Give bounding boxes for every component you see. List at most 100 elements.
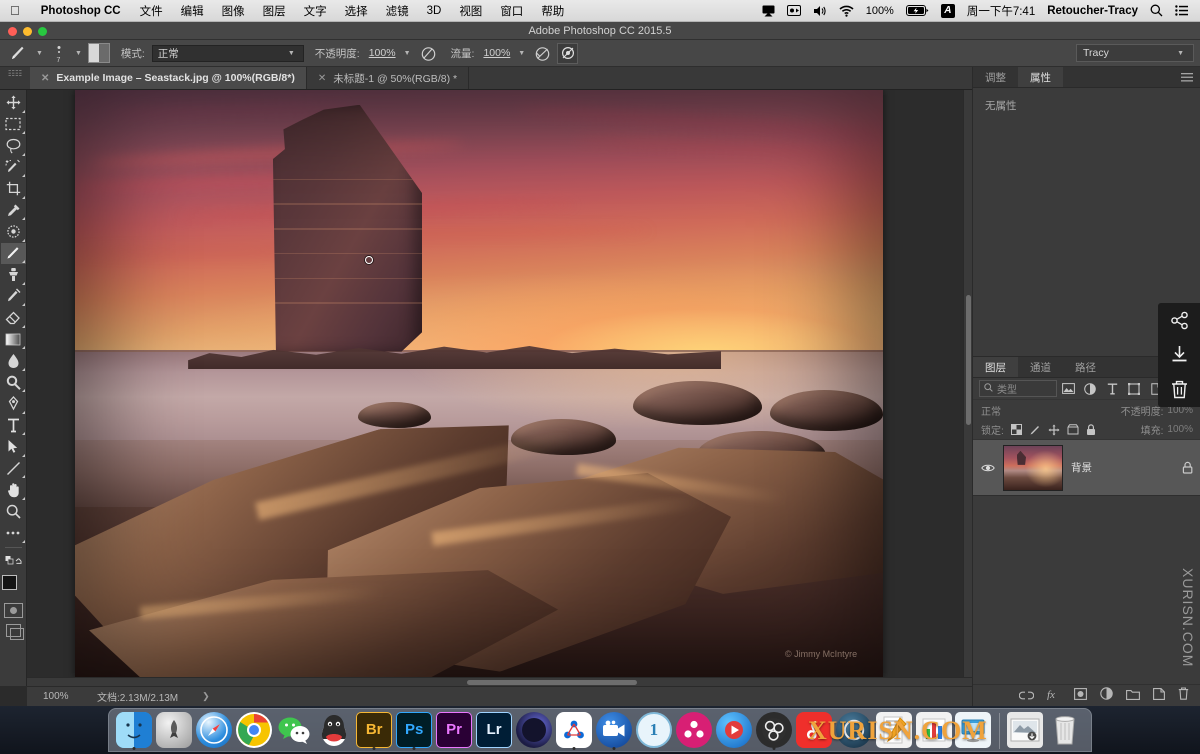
scrollbar-thumb[interactable] [467, 680, 637, 685]
trash-icon[interactable] [1171, 380, 1188, 399]
dock-item-one-app[interactable]: 1 [635, 710, 672, 749]
dock-item-qq[interactable] [316, 710, 353, 749]
dock-item-lightroom[interactable]: Lr [476, 710, 513, 749]
crop-tool[interactable] [1, 178, 26, 200]
dock-item-blue-app[interactable] [555, 710, 592, 750]
volume-icon[interactable] [807, 5, 833, 17]
layer-blend-mode-select[interactable]: 正常 [981, 403, 1061, 418]
menu-item-layer[interactable]: 图层 [254, 3, 295, 19]
zoom-tool[interactable] [1, 501, 26, 523]
blend-mode-select[interactable]: 正常 ▼ [151, 44, 304, 62]
move-tool[interactable] [1, 92, 26, 114]
clone-stamp-tool[interactable] [1, 264, 26, 286]
airplay-icon[interactable] [756, 5, 781, 17]
brush-size-chevron-icon[interactable]: ▼ [72, 50, 85, 57]
eyedropper-tool[interactable] [1, 200, 26, 222]
flow-input[interactable]: 100% [481, 47, 512, 59]
history-brush-tool[interactable] [1, 286, 26, 308]
pressure-opacity-icon[interactable] [417, 43, 440, 64]
menu-item-view[interactable]: 视图 [450, 3, 491, 19]
wifi-icon[interactable] [833, 5, 860, 17]
close-icon[interactable]: ✕ [41, 73, 49, 84]
dock-item-launchpad[interactable] [156, 710, 193, 749]
lock-all-icon[interactable] [1086, 423, 1096, 436]
lock-icon[interactable] [1182, 461, 1193, 474]
scrollbar-thumb[interactable] [966, 295, 971, 425]
path-selection-tool[interactable] [1, 436, 26, 458]
spot-healing-brush-tool[interactable] [1, 221, 26, 243]
layer-name[interactable]: 背景 [1071, 460, 1092, 475]
menu-item-help[interactable]: 帮助 [532, 3, 573, 19]
dock-item-photoshop[interactable]: Ps [396, 710, 433, 750]
brush-preset-chevron-icon[interactable]: ▼ [33, 50, 46, 57]
eye-icon[interactable] [981, 463, 995, 473]
hand-tool[interactable] [1, 479, 26, 501]
zoom-level[interactable]: 100% [27, 691, 89, 702]
document-window[interactable]: © Jimmy McIntyre [75, 90, 883, 678]
dock-item-safari[interactable] [196, 710, 233, 749]
apple-icon[interactable]:  [0, 4, 31, 17]
canvas-scrollbar-vertical[interactable] [963, 90, 972, 686]
pixel-filter-icon[interactable] [1057, 380, 1079, 398]
menu-item-filter[interactable]: 滤镜 [377, 3, 418, 19]
lock-transparent-icon[interactable] [1010, 424, 1022, 435]
tab-channels[interactable]: 通道 [1018, 357, 1063, 377]
tab-properties[interactable]: 属性 [1018, 67, 1063, 87]
brush-size-preview-icon[interactable]: 7 [49, 43, 69, 64]
gradient-tool[interactable] [1, 329, 26, 351]
flow-chevron-icon[interactable]: ▼ [515, 50, 528, 57]
control-center-icon[interactable] [1169, 5, 1194, 16]
document-canvas[interactable]: © Jimmy McIntyre [75, 90, 883, 678]
type-tool[interactable] [1, 415, 26, 437]
tab-example-image-seastack[interactable]: ✕ Example Image – Seastack.jpg @ 100%(RG… [30, 67, 307, 89]
chevron-right-icon[interactable]: ❯ [178, 691, 210, 702]
new-group-icon[interactable] [1126, 687, 1140, 705]
zoom-button[interactable] [38, 27, 47, 36]
dock-item-trash[interactable] [1047, 710, 1084, 749]
dock-item-downloads-stack[interactable] [1007, 710, 1044, 749]
smoothing-icon[interactable] [557, 42, 579, 64]
opacity-input[interactable]: 100% [367, 47, 398, 59]
tab-layers[interactable]: 图层 [973, 357, 1018, 377]
panel-menu-icon[interactable] [1173, 67, 1200, 87]
menubar-user[interactable]: Retoucher-Tracy [1041, 5, 1144, 17]
layer-thumbnail[interactable] [1003, 444, 1063, 491]
rectangular-marquee-tool[interactable] [1, 114, 26, 136]
menubar-app-name[interactable]: Photoshop CC [31, 5, 131, 17]
close-icon[interactable]: ✕ [318, 73, 326, 84]
add-mask-icon[interactable] [1074, 687, 1087, 705]
lasso-tool[interactable] [1, 135, 26, 157]
canvas-area[interactable]: © Jimmy McIntyre [27, 90, 972, 686]
pen-tool[interactable] [1, 393, 26, 415]
screen-record-icon[interactable] [781, 5, 807, 16]
brush-tool[interactable] [0, 242, 26, 264]
close-button[interactable] [8, 27, 17, 36]
dock-item-obs-studio[interactable] [755, 710, 792, 750]
tab-drag-handle[interactable]: ☷☷ [0, 67, 30, 89]
blur-tool[interactable] [1, 350, 26, 372]
menu-item-image[interactable]: 图像 [213, 3, 254, 19]
layer-style-fx-icon[interactable]: fx [1047, 687, 1061, 705]
tab-adjustments[interactable]: 调整 [973, 67, 1018, 87]
lock-image-icon[interactable] [1029, 424, 1041, 436]
table-row[interactable]: 背景 [973, 440, 1200, 496]
dock-item-chrome[interactable] [236, 710, 273, 749]
screen-mode-icon[interactable] [5, 624, 24, 640]
dock-item-davinci-resolve[interactable] [675, 710, 712, 749]
download-icon[interactable] [1170, 345, 1189, 364]
new-layer-icon[interactable] [1153, 687, 1165, 705]
line-tool[interactable] [1, 458, 26, 480]
quick-selection-tool[interactable] [1, 157, 26, 179]
menu-item-type[interactable]: 文字 [295, 3, 336, 19]
document-size[interactable]: 文档:2.13M/2.13M [89, 689, 178, 704]
battery-icon[interactable] [900, 5, 935, 16]
tab-paths[interactable]: 路径 [1063, 357, 1108, 377]
dock-item-potplayer[interactable] [715, 710, 752, 749]
brush-icon[interactable] [6, 43, 30, 64]
link-layers-icon[interactable] [1018, 687, 1035, 705]
dock-item-bridge[interactable]: Br [356, 710, 393, 750]
brush-panel-icon[interactable] [87, 43, 110, 63]
new-adjustment-layer-icon[interactable] [1100, 686, 1113, 705]
menu-item-select[interactable]: 选择 [336, 3, 377, 19]
eraser-tool[interactable] [1, 307, 26, 329]
